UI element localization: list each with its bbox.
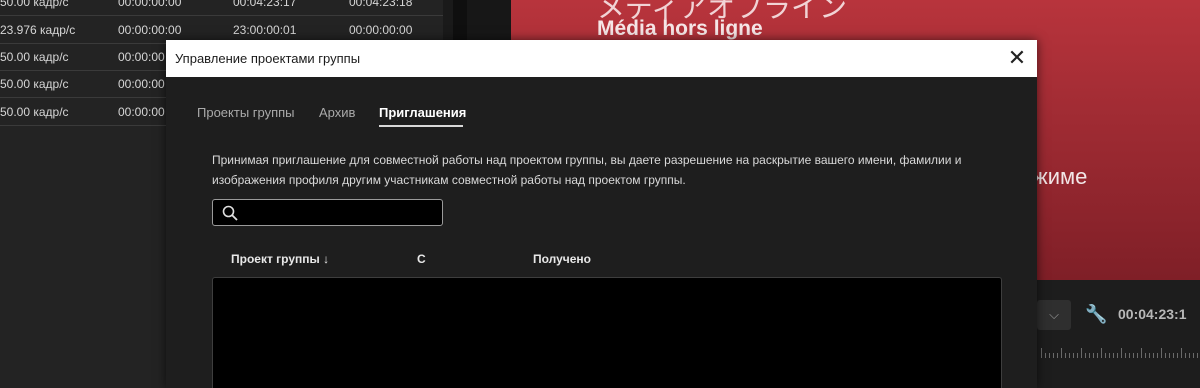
column-header-from[interactable]: С xyxy=(417,252,426,266)
ruler-tick xyxy=(1197,353,1198,358)
frame-rate: 50.00 кадр/с xyxy=(0,50,69,64)
invitation-consent-text: Принимая приглашение для совместной рабо… xyxy=(212,153,962,187)
ruler-tick xyxy=(1081,348,1082,358)
media-start: 00:00:00 xyxy=(118,105,165,119)
tab-archive[interactable]: Архив xyxy=(319,105,355,120)
search-input[interactable] xyxy=(245,203,435,222)
ruler-tick xyxy=(1185,353,1186,358)
ruler-tick xyxy=(1153,353,1154,358)
ruler-tick xyxy=(1141,348,1142,358)
tab-invitations[interactable]: Приглашения xyxy=(379,105,466,120)
frame-rate: 50.00 кадр/с xyxy=(0,77,69,91)
ruler-tick xyxy=(1045,353,1046,358)
ruler-tick xyxy=(1101,348,1102,358)
ruler-tick xyxy=(1121,348,1122,358)
premiere-workspace: 50.00 кадр/с 00:00:00:00 00:04:23:17 00:… xyxy=(0,0,1200,388)
monitor-controls xyxy=(1037,280,1200,388)
chevron-down-icon[interactable]: ⌵ xyxy=(1037,300,1071,330)
frame-rate: 50.00 кадр/с xyxy=(0,105,69,119)
dialog-title: Управление проектами группы xyxy=(175,51,361,66)
ruler-tick xyxy=(1093,353,1094,358)
ruler-tick xyxy=(1181,348,1182,358)
ruler-tick xyxy=(1125,353,1126,358)
close-icon[interactable]: ✕ xyxy=(1003,44,1031,72)
ruler-tick xyxy=(1057,353,1058,358)
tab-team-projects[interactable]: Проекты группы xyxy=(197,105,295,120)
frame-rate: 50.00 кадр/с xyxy=(0,0,69,9)
wrench-icon[interactable]: 🔧 xyxy=(1085,304,1107,325)
ruler-tick xyxy=(1061,348,1062,358)
ruler-tick xyxy=(1117,353,1118,358)
ruler-tick xyxy=(1137,353,1138,358)
ruler-tick xyxy=(1065,353,1066,358)
ruler-tick xyxy=(1109,353,1110,358)
ruler-tick xyxy=(1189,353,1190,358)
invitations-list[interactable] xyxy=(212,277,1002,388)
ruler-tick xyxy=(1157,353,1158,358)
ruler-tick xyxy=(1113,353,1114,358)
media-start: 00:00:00 xyxy=(118,50,165,64)
ruler-tick xyxy=(1041,348,1042,358)
media-end: 00:04:23:17 xyxy=(233,0,297,9)
ruler-tick xyxy=(1173,353,1174,358)
ruler-tick xyxy=(1129,353,1130,358)
media-start: 00:00:00:00 xyxy=(118,0,182,9)
media-start: 00:00:00:00 xyxy=(118,23,182,37)
ruler-tick xyxy=(1145,353,1146,358)
team-projects-dialog: Управление проектами группы ✕ Проекты гр… xyxy=(166,40,1037,388)
media-duration: 00:04:23:18 xyxy=(349,0,413,9)
ruler-tick xyxy=(1165,353,1166,358)
dialog-titlebar: Управление проектами группы ✕ xyxy=(166,40,1037,77)
media-offline-french: Média hors ligne xyxy=(597,17,763,40)
search-field[interactable] xyxy=(212,199,443,226)
ruler-tick xyxy=(1161,348,1162,358)
ruler-tick xyxy=(1193,353,1194,358)
active-tab-indicator xyxy=(379,125,463,127)
time-ruler[interactable] xyxy=(1037,340,1200,358)
media-start: 00:00:00 xyxy=(118,77,165,91)
column-header-team-project[interactable]: Проект группы ↓ xyxy=(231,252,329,266)
ruler-tick xyxy=(1097,353,1098,358)
ruler-tick xyxy=(1105,353,1106,358)
ruler-tick xyxy=(1049,353,1050,358)
playhead-timecode[interactable]: 00:04:23:1 xyxy=(1118,306,1187,322)
frame-rate: 23.976 кадр/с xyxy=(0,23,76,37)
ruler-tick xyxy=(1169,353,1170,358)
ruler-tick xyxy=(1089,353,1090,358)
ruler-tick xyxy=(1133,353,1134,358)
ruler-tick xyxy=(1053,353,1054,358)
ruler-tick xyxy=(1177,353,1178,358)
media-duration: 00:00:00:00 xyxy=(349,23,413,37)
ruler-tick xyxy=(1077,353,1078,358)
column-header-received[interactable]: Получено xyxy=(533,252,591,266)
search-icon xyxy=(222,205,238,221)
ruler-tick xyxy=(1069,353,1070,358)
ruler-tick xyxy=(1085,353,1086,358)
ruler-tick xyxy=(1073,353,1074,358)
media-end: 23:00:00:01 xyxy=(233,23,297,37)
clip-row[interactable]: 50.00 кадр/с 00:00:00:00 00:04:23:17 00:… xyxy=(0,0,443,16)
ruler-tick xyxy=(1149,353,1150,358)
